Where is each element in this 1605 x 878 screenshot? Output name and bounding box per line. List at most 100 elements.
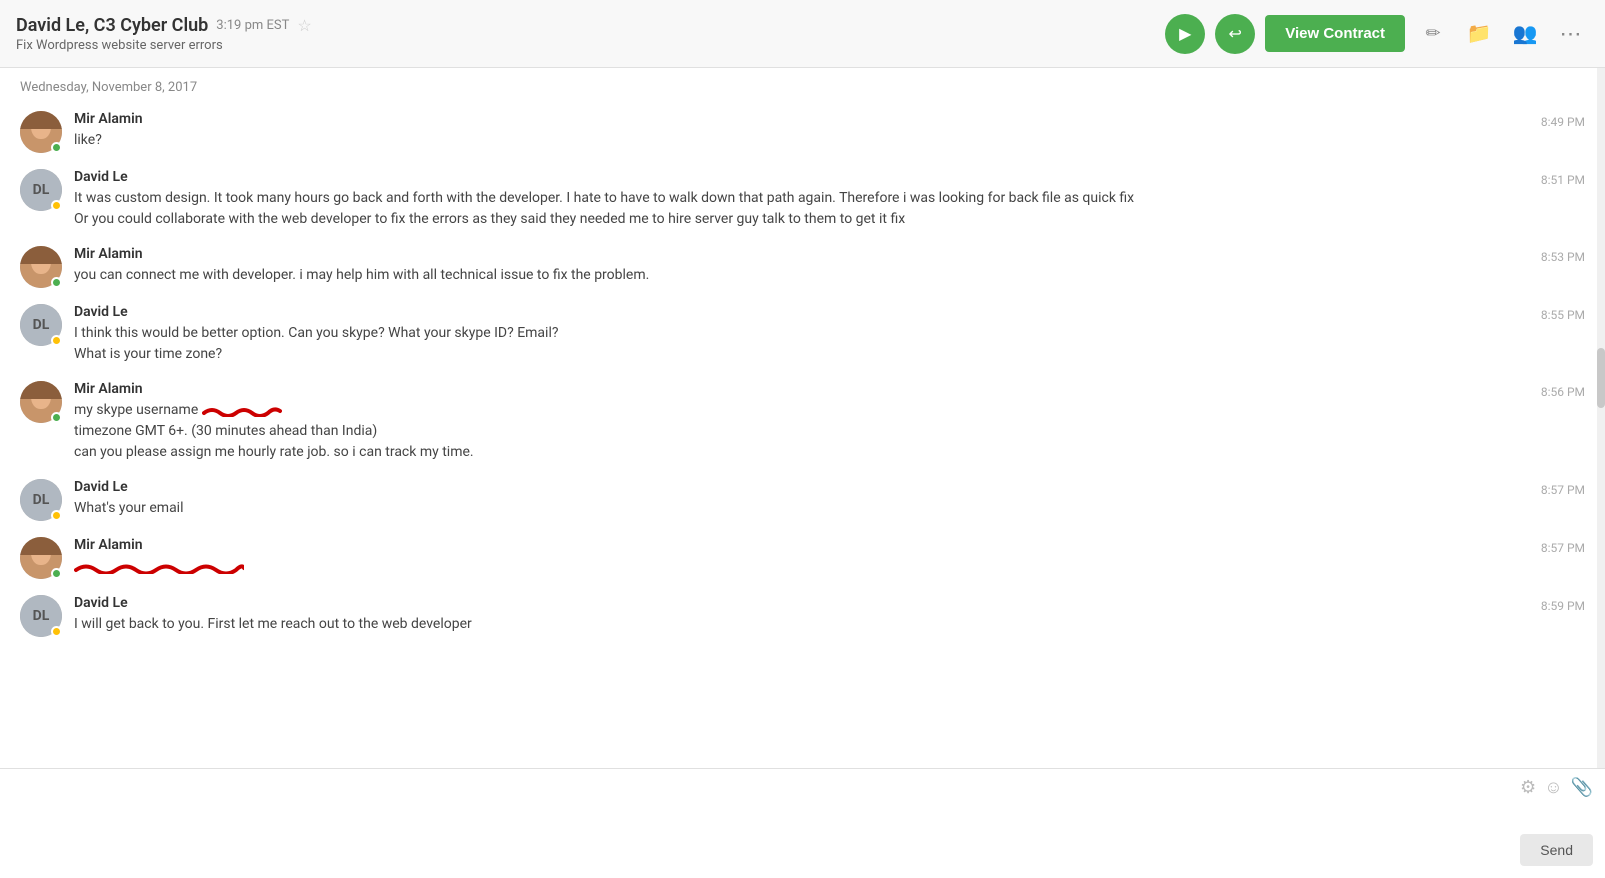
sender-name: David Le	[74, 169, 1585, 185]
sender-name: Mir Alamin	[74, 111, 1585, 127]
message-content: David Le I think this would be better op…	[74, 304, 1585, 365]
message-content: David Le I will get back to you. First l…	[74, 595, 1585, 635]
status-dot	[51, 142, 62, 153]
message-text: I will get back to you. First let me rea…	[74, 614, 1585, 635]
message-text: can you please assign me hourly rate job…	[74, 442, 1585, 463]
people-icon: 👥	[1513, 21, 1538, 46]
message-time: 8:49 PM	[1541, 115, 1585, 129]
message-text: I think this would be better option. Can…	[74, 323, 1585, 344]
edit-button[interactable]: ✏	[1415, 16, 1451, 52]
star-icon[interactable]: ☆	[297, 16, 311, 35]
emoji-icon: ☺	[1544, 777, 1562, 798]
avatar	[20, 246, 62, 288]
avatar: DL	[20, 479, 62, 521]
more-icon: ⋯	[1560, 21, 1583, 47]
header-time: 3:19 pm EST	[216, 18, 289, 33]
message-time: 8:56 PM	[1541, 385, 1585, 399]
header-right: ▶ ↩ View Contract ✏ 📁 👥 ⋯	[1165, 14, 1589, 54]
conversation-title: David Le, C3 Cyber Club	[16, 15, 208, 36]
folder-icon: 📁	[1467, 21, 1492, 46]
folder-button[interactable]: 📁	[1461, 16, 1497, 52]
status-dot	[51, 200, 62, 211]
redact-squiggle	[202, 403, 282, 417]
video-icon: ▶	[1179, 24, 1191, 44]
message-time: 8:57 PM	[1541, 541, 1585, 555]
message-text: What's your email	[74, 498, 1585, 519]
conversation-subtitle: Fix Wordpress website server errors	[16, 38, 312, 53]
redact-squiggle-email	[74, 558, 244, 574]
message-text: my skype username	[74, 400, 1585, 421]
edit-icon: ✏	[1425, 23, 1440, 44]
more-options-button[interactable]: ⋯	[1553, 16, 1589, 52]
status-dot	[51, 626, 62, 637]
attachment-button[interactable]: 📎	[1571, 777, 1593, 798]
message-content: David Le What's your email	[74, 479, 1585, 519]
message-content: Mir Alamin	[74, 537, 1585, 577]
message-time: 8:57 PM	[1541, 483, 1585, 497]
input-row: Send	[0, 802, 1605, 878]
sender-name: Mir Alamin	[74, 381, 1585, 397]
phone-call-button[interactable]: ↩	[1215, 14, 1255, 54]
header-title-row: David Le, C3 Cyber Club 3:19 pm EST ☆	[16, 15, 312, 36]
header-left: David Le, C3 Cyber Club 3:19 pm EST ☆ Fi…	[16, 15, 312, 53]
avatar	[20, 537, 62, 579]
app-container: David Le, C3 Cyber Club 3:19 pm EST ☆ Fi…	[0, 0, 1605, 878]
message-content: Mir Alamin like?	[74, 111, 1585, 151]
date-divider: Wednesday, November 8, 2017	[0, 68, 1605, 103]
message-group: DL David Le I will get back to you. Firs…	[0, 587, 1605, 645]
avatar: DL	[20, 304, 62, 346]
redacted-content	[202, 403, 282, 417]
scrollbar-thumb[interactable]	[1597, 348, 1605, 408]
phone-icon: ↩	[1229, 24, 1242, 44]
input-toolbar: ⚙ ☺ 📎	[0, 769, 1605, 802]
view-contract-button[interactable]: View Contract	[1265, 15, 1405, 52]
avatar: DL	[20, 169, 62, 211]
status-dot	[51, 510, 62, 521]
emoji-button[interactable]: ☺	[1544, 777, 1562, 798]
message-text: It was custom design. It took many hours…	[74, 188, 1585, 209]
status-dot	[51, 412, 62, 423]
message-group: DL David Le I think this would be better…	[0, 296, 1605, 373]
sender-name: David Le	[74, 304, 1585, 320]
message-content: Mir Alamin you can connect me with devel…	[74, 246, 1585, 286]
message-time: 8:51 PM	[1541, 173, 1585, 187]
avatar: DL	[20, 595, 62, 637]
message-text	[74, 556, 1585, 577]
message-group: DL David Le What's your email 8:57 PM	[0, 471, 1605, 529]
message-text: Or you could collaborate with the web de…	[74, 209, 1585, 230]
message-group: Mir Alamin 8:57 PM	[0, 529, 1605, 587]
message-group: DL David Le It was custom design. It too…	[0, 161, 1605, 238]
message-group: Mir Alamin like? 8:49 PM	[0, 103, 1605, 161]
message-content: David Le It was custom design. It took m…	[74, 169, 1585, 230]
video-call-button[interactable]: ▶	[1165, 14, 1205, 54]
status-dot	[51, 568, 62, 579]
status-dot	[51, 335, 62, 346]
people-button[interactable]: 👥	[1507, 16, 1543, 52]
sender-name: David Le	[74, 595, 1585, 611]
sender-name: Mir Alamin	[74, 246, 1585, 262]
message-content: Mir Alamin my skype username timezone GM…	[74, 381, 1585, 463]
gear-icon: ⚙	[1520, 777, 1536, 798]
message-text: timezone GMT 6+. (30 minutes ahead than …	[74, 421, 1585, 442]
sender-name: Mir Alamin	[74, 537, 1585, 553]
message-group: Mir Alamin my skype username timezone GM…	[0, 373, 1605, 471]
status-dot	[51, 277, 62, 288]
message-text: you can connect me with developer. i may…	[74, 265, 1585, 286]
send-button[interactable]: Send	[1520, 834, 1593, 866]
message-time: 8:55 PM	[1541, 308, 1585, 322]
message-time: 8:53 PM	[1541, 250, 1585, 264]
chat-area: Wednesday, November 8, 2017 Mir Alamin l…	[0, 68, 1605, 768]
settings-button[interactable]: ⚙	[1520, 777, 1536, 798]
message-text: What is your time zone?	[74, 344, 1585, 365]
avatar	[20, 381, 62, 423]
sender-name: David Le	[74, 479, 1585, 495]
message-group: Mir Alamin you can connect me with devel…	[0, 238, 1605, 296]
message-input[interactable]	[12, 810, 1512, 870]
redacted-email	[74, 558, 244, 574]
input-area: ⚙ ☺ 📎 Send	[0, 768, 1605, 878]
avatar	[20, 111, 62, 153]
message-time: 8:59 PM	[1541, 599, 1585, 613]
scrollbar-track[interactable]	[1597, 68, 1605, 768]
attachment-icon: 📎	[1571, 777, 1593, 798]
header: David Le, C3 Cyber Club 3:19 pm EST ☆ Fi…	[0, 0, 1605, 68]
